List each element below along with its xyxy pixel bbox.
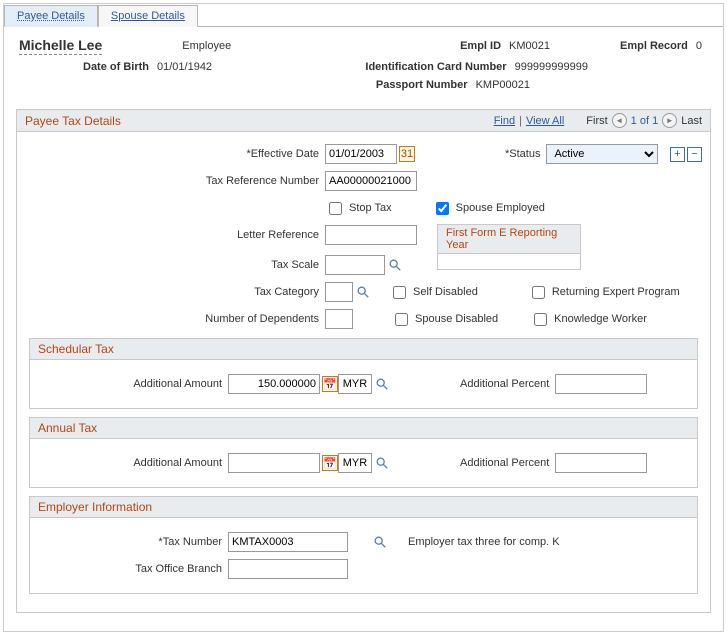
- dob-label: Date of Birth: [19, 61, 149, 73]
- annual-percent-input[interactable]: [555, 453, 647, 473]
- returning-expert-label: Returning Expert Program: [552, 286, 680, 298]
- spouse-employed-checkbox[interactable]: Spouse Employed: [432, 199, 545, 218]
- tab-spouse-details[interactable]: Spouse Details: [98, 5, 198, 27]
- self-disabled-checkbox[interactable]: Self Disabled: [389, 283, 478, 302]
- letter-ref-input[interactable]: [325, 225, 417, 245]
- annual-tax-section: Annual Tax Additional Amount 📅 Additiona…: [29, 417, 698, 488]
- spouse-employed-label: Spouse Employed: [456, 202, 545, 214]
- knowledge-worker-checkbox[interactable]: Knowledge Worker: [530, 310, 647, 329]
- id-card-label: Identification Card Number: [365, 61, 506, 73]
- stop-tax-checkbox[interactable]: Stop Tax: [325, 199, 392, 218]
- tax-scale-label: Tax Scale: [25, 259, 325, 271]
- payee-role: Employee: [182, 40, 231, 52]
- section-header: Payee Tax Details Find | View All First …: [17, 110, 710, 132]
- schedular-percent-input[interactable]: [555, 374, 647, 394]
- first-form-e-group: First Form E Reporting Year Year: [437, 224, 581, 270]
- page-indicator: 1 of 1: [631, 115, 659, 127]
- tax-number-input[interactable]: [228, 532, 348, 552]
- returning-expert-checkbox[interactable]: Returning Expert Program: [528, 283, 680, 302]
- tax-category-label: Tax Category: [25, 286, 325, 298]
- schedular-amount-label: Additional Amount: [38, 378, 228, 390]
- page-container: Payee Details Spouse Details Michelle Le…: [3, 3, 724, 632]
- header-block: Michelle Lee Employee Empl ID KM0021 Emp…: [4, 27, 723, 103]
- spouse-disabled-label: Spouse Disabled: [415, 313, 498, 325]
- first-form-e-legend: First Form E Reporting Year: [437, 224, 581, 254]
- tax-number-label: Tax Number: [38, 536, 228, 548]
- empl-record-label: Empl Record: [620, 40, 688, 52]
- knowledge-worker-label: Knowledge Worker: [554, 313, 647, 325]
- employer-info-section: Employer Information Tax Number Employer…: [29, 496, 698, 594]
- empl-id-label: Empl ID: [460, 40, 501, 52]
- schedular-amount-input[interactable]: [228, 374, 320, 394]
- annual-percent-label: Additional Percent: [460, 457, 549, 469]
- lookup-icon[interactable]: [374, 376, 390, 392]
- annual-currency-input[interactable]: [338, 453, 372, 473]
- find-link[interactable]: Find: [494, 115, 515, 127]
- section-title: Payee Tax Details: [25, 114, 121, 128]
- lookup-icon[interactable]: [374, 455, 390, 471]
- empl-record-value: 0: [696, 40, 702, 52]
- tax-number-desc: Employer tax three for comp. K: [408, 536, 560, 548]
- payee-name: Michelle Lee: [19, 37, 102, 55]
- annual-tax-title: Annual Tax: [30, 418, 697, 439]
- self-disabled-label: Self Disabled: [413, 286, 478, 298]
- remove-row-icon[interactable]: −: [687, 147, 702, 162]
- lookup-icon[interactable]: [387, 257, 403, 273]
- calculator-icon[interactable]: 📅: [322, 455, 338, 471]
- id-card-value: 999999999999: [515, 61, 588, 73]
- effective-date-label: Effective Date: [25, 148, 325, 160]
- section-body: Effective Date 31 Status Active + − Tax …: [17, 132, 710, 612]
- view-all-link[interactable]: View All: [526, 115, 564, 127]
- section-actions: Find | View All First ◄ 1 of 1 ► Last: [494, 113, 702, 128]
- calendar-icon[interactable]: 31: [399, 146, 415, 162]
- next-icon[interactable]: ►: [662, 113, 677, 128]
- tax-category-input[interactable]: [325, 282, 353, 302]
- add-row-icon[interactable]: +: [670, 147, 685, 162]
- schedular-percent-label: Additional Percent: [460, 378, 549, 390]
- calculator-icon[interactable]: 📅: [322, 376, 338, 392]
- letter-ref-label: Letter Reference: [25, 229, 325, 241]
- stop-tax-label: Stop Tax: [349, 202, 392, 214]
- empl-id-value: KM0021: [509, 40, 550, 52]
- status-select[interactable]: Active: [546, 144, 658, 164]
- passport-label: Passport Number: [376, 79, 468, 91]
- tax-ref-input[interactable]: [325, 171, 417, 191]
- tax-branch-input[interactable]: [228, 559, 348, 579]
- num-dependents-label: Number of Dependents: [25, 313, 325, 325]
- lookup-icon[interactable]: [372, 534, 388, 550]
- prev-icon[interactable]: ◄: [612, 113, 627, 128]
- lookup-icon[interactable]: [355, 284, 371, 300]
- dob-value: 01/01/1942: [157, 61, 212, 73]
- annual-amount-input[interactable]: [228, 453, 320, 473]
- schedular-currency-input[interactable]: [338, 374, 372, 394]
- tax-branch-label: Tax Office Branch: [38, 563, 228, 575]
- last-label: Last: [681, 115, 702, 127]
- status-label: Status: [505, 148, 546, 160]
- tax-scale-input[interactable]: [325, 255, 385, 275]
- schedular-tax-section: Schedular Tax Additional Amount 📅 Additi…: [29, 338, 698, 409]
- passport-value: KMP00021: [476, 79, 530, 91]
- schedular-tax-title: Schedular Tax: [30, 339, 697, 360]
- spouse-disabled-checkbox[interactable]: Spouse Disabled: [391, 310, 498, 329]
- employer-info-title: Employer Information: [30, 497, 697, 518]
- tab-strip: Payee Details Spouse Details: [4, 4, 723, 27]
- first-label: First: [586, 115, 607, 127]
- tab-payee-details[interactable]: Payee Details: [4, 5, 98, 27]
- annual-amount-label: Additional Amount: [38, 457, 228, 469]
- tax-ref-label: Tax Reference Number: [25, 175, 325, 187]
- payee-tax-details-section: Payee Tax Details Find | View All First …: [16, 109, 711, 613]
- num-dependents-input[interactable]: [325, 309, 353, 329]
- effective-date-input[interactable]: [325, 144, 397, 164]
